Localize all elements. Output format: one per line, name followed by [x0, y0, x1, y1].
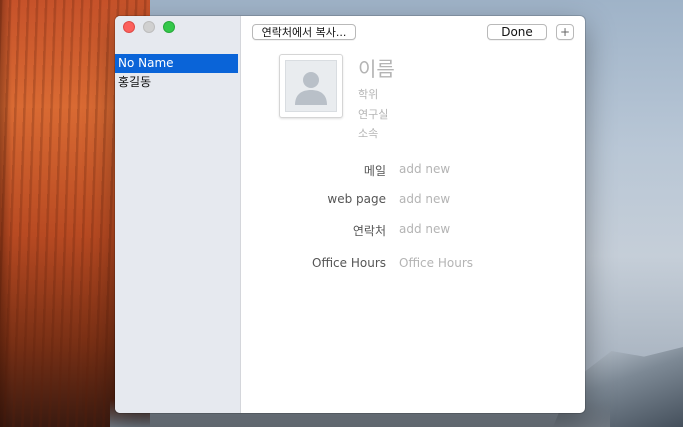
- degree-field[interactable]: 학위: [358, 86, 378, 102]
- sidebar: No Name 홍길동: [115, 16, 241, 413]
- email-label: 메일: [363, 164, 386, 178]
- zoom-icon[interactable]: [163, 21, 175, 33]
- copy-from-contacts-button[interactable]: 연락처에서 복사...: [252, 24, 356, 40]
- close-icon[interactable]: [123, 21, 135, 33]
- minimize-icon[interactable]: [143, 21, 155, 33]
- list-item[interactable]: No Name: [115, 54, 238, 73]
- photo-placeholder: [285, 60, 337, 112]
- add-button[interactable]: +: [556, 24, 574, 40]
- office-hours-label: Office Hours: [312, 256, 386, 270]
- contact-list: No Name 홍길동: [115, 54, 238, 92]
- contact-field[interactable]: add new: [399, 222, 450, 236]
- window-controls: [123, 21, 175, 33]
- list-item[interactable]: 홍길동: [115, 73, 238, 92]
- webpage-field[interactable]: add new: [399, 192, 450, 206]
- webpage-label: web page: [327, 192, 386, 206]
- lab-field[interactable]: 연구실: [358, 106, 388, 122]
- contact-window: No Name 홍길동 연락처에서 복사... Done + 이름 학위 연구실…: [115, 16, 585, 413]
- contact-photo[interactable]: [279, 54, 343, 118]
- name-field[interactable]: 이름: [358, 53, 395, 82]
- email-field[interactable]: add new: [399, 162, 450, 176]
- done-button[interactable]: Done: [487, 24, 547, 40]
- office-hours-field[interactable]: Office Hours: [399, 256, 473, 270]
- affiliation-field[interactable]: 소속: [358, 125, 378, 141]
- contact-label: 연락처: [352, 224, 386, 238]
- person-silhouette-icon: [295, 72, 327, 105]
